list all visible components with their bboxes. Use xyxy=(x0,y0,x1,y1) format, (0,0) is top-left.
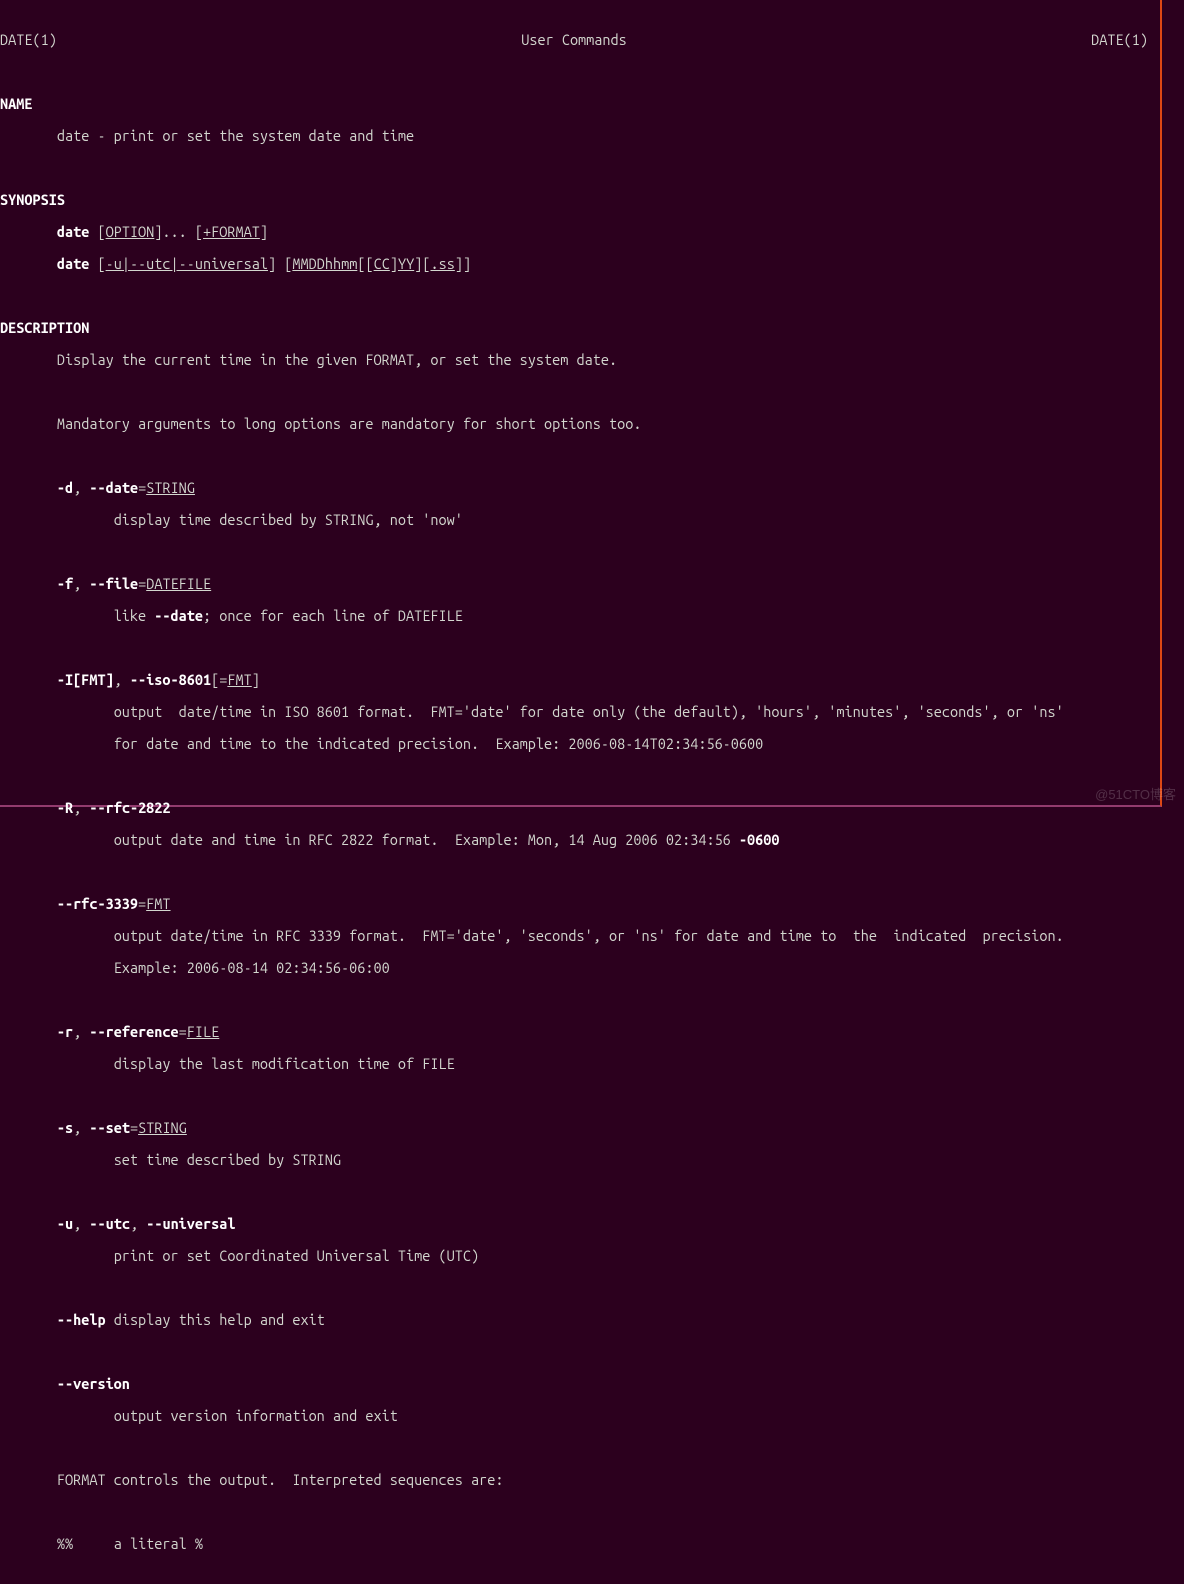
opt-d-flag: -d xyxy=(57,479,73,496)
synopsis-cmd1: date xyxy=(57,223,89,240)
header-center: User Commands xyxy=(383,32,766,48)
name-text: date - print or set the system date and … xyxy=(57,127,414,144)
header-right: DATE(1) xyxy=(765,32,1160,48)
synopsis-yy: YY xyxy=(398,255,414,272)
opt-d-long: --date xyxy=(89,479,138,496)
opt-r-desc: display the last modification time of FI… xyxy=(114,1055,455,1072)
section-synopsis-label: SYNOPSIS xyxy=(0,191,65,208)
opt-R-desc-pre: output date and time in RFC 2822 format.… xyxy=(114,831,739,848)
opt-f-desc-post: ; once for each line of DATEFILE xyxy=(203,607,463,624)
synopsis-format: +FORMAT xyxy=(203,223,260,240)
opt-d-desc: display time described by STRING, not 'n… xyxy=(114,511,463,528)
opt-3339-desc1: output date/time in RFC 3339 format. FMT… xyxy=(114,927,1064,944)
opt-R-desc-bold: -0600 xyxy=(739,831,780,848)
man-header: DATE(1)User CommandsDATE(1) xyxy=(0,32,1160,48)
opt-s-flag: -s xyxy=(57,1119,73,1136)
opt-I-flag: -I[FMT] xyxy=(57,671,114,688)
opt-version-desc: output version information and exit xyxy=(114,1407,398,1424)
synopsis-option: OPTION xyxy=(106,223,155,240)
seq-percent: %% xyxy=(57,1535,73,1552)
seq-percent-desc: a literal % xyxy=(114,1535,203,1552)
desc-line1: Display the current time in the given FO… xyxy=(57,351,617,368)
opt-r-long: --reference xyxy=(89,1023,178,1040)
opt-3339-arg: FMT xyxy=(146,895,170,912)
watermark: @51CTO博客 xyxy=(1095,787,1176,803)
opt-f-desc-bold: --date xyxy=(154,607,203,624)
section-description-label: DESCRIPTION xyxy=(0,319,89,336)
desc-line2: Mandatory arguments to long options are … xyxy=(57,415,642,432)
opt-3339-long: --rfc-3339 xyxy=(57,895,138,912)
opt-f-flag: -f xyxy=(57,575,73,592)
format-intro: FORMAT controls the output. Interpreted … xyxy=(57,1471,504,1488)
synopsis-cmd2: date xyxy=(57,255,89,272)
opt-d-arg: STRING xyxy=(146,479,195,496)
opt-s-desc: set time described by STRING xyxy=(114,1151,341,1168)
synopsis-mmdd: MMDDhhmm xyxy=(292,255,357,272)
section-name-label: NAME xyxy=(0,95,32,112)
opt-r-flag: -r xyxy=(57,1023,73,1040)
opt-u-long2: --universal xyxy=(146,1215,235,1232)
opt-s-arg: STRING xyxy=(138,1119,187,1136)
opt-r-arg: FILE xyxy=(187,1023,219,1040)
opt-help-desc: display this help and exit xyxy=(106,1311,325,1328)
manpage-content: DATE(1)User CommandsDATE(1) NAME date - … xyxy=(0,16,1160,1568)
synopsis-ss: .ss xyxy=(430,255,454,272)
opt-u-desc: print or set Coordinated Universal Time … xyxy=(114,1247,479,1264)
synopsis-u: -u|--utc|--universal xyxy=(106,255,268,272)
opt-R-long: --rfc-2822 xyxy=(89,799,170,816)
opt-u-flag: -u xyxy=(57,1215,73,1232)
opt-f-long: --file xyxy=(89,575,138,592)
opt-I-long: --iso-8601 xyxy=(130,671,211,688)
terminal-viewport[interactable]: DATE(1)User CommandsDATE(1) NAME date - … xyxy=(0,0,1162,807)
synopsis-cc: CC xyxy=(374,255,390,272)
opt-f-desc-pre: like xyxy=(114,607,155,624)
opt-I-desc1: output date/time in ISO 8601 format. FMT… xyxy=(114,703,1064,720)
opt-I-arg: FMT xyxy=(227,671,251,688)
opt-u-long1: --utc xyxy=(89,1215,130,1232)
opt-f-arg: DATEFILE xyxy=(146,575,211,592)
opt-s-long: --set xyxy=(89,1119,130,1136)
opt-R-flag: -R xyxy=(57,799,73,816)
opt-help-long: --help xyxy=(57,1311,106,1328)
header-left: DATE(1) xyxy=(0,32,383,48)
opt-3339-desc2: Example: 2006-08-14 02:34:56-06:00 xyxy=(114,959,390,976)
opt-I-desc2: for date and time to the indicated preci… xyxy=(114,735,764,752)
opt-version-long: --version xyxy=(57,1375,130,1392)
